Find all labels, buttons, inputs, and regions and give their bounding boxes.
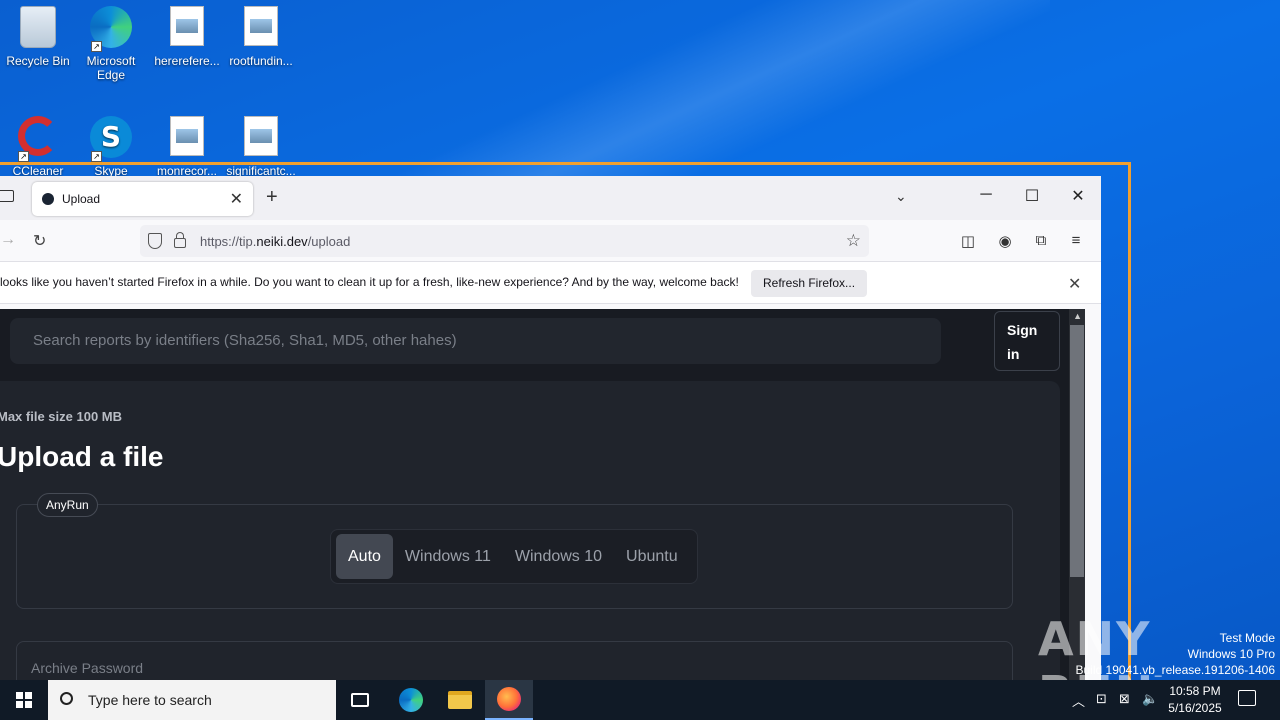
task-view-icon	[351, 693, 369, 707]
taskbar: Type here to search ︿ ⊡ ⊠ 🔈 10:58 PM 5/1…	[0, 680, 1280, 720]
os-option-windows-11[interactable]: Windows 11	[393, 534, 503, 579]
os-option-windows-10[interactable]: Windows 10	[503, 534, 614, 579]
pocket-icon[interactable]: ◫	[958, 232, 978, 250]
volume-icon[interactable]: 🔈	[1142, 691, 1158, 707]
image-file-icon	[244, 116, 278, 156]
sandbox-tag[interactable]: AnyRun	[37, 493, 98, 517]
ccleaner-icon	[18, 116, 58, 156]
lock-icon[interactable]	[174, 232, 186, 248]
image-file-icon	[170, 6, 204, 46]
scroll-up-icon[interactable]: ▲	[1073, 311, 1082, 321]
chevron-down-icon[interactable]: ⌄	[895, 188, 907, 205]
firefox-icon	[497, 687, 521, 711]
max-file-size: Max file size 100 MB	[0, 409, 122, 424]
taskbar-file-explorer[interactable]	[436, 680, 484, 720]
test-mode-info: Test Mode Windows 10 Pro Build 19041.vb_…	[1076, 630, 1276, 678]
minimize-icon[interactable]: ─	[971, 186, 1001, 204]
reload-icon[interactable]: ↻	[33, 231, 46, 251]
edge-icon	[399, 688, 423, 712]
nav-bar: → ↻ https://tip. neiki.dev/upload ☆ ◫ ◉ ⧉…	[0, 220, 1101, 262]
page-title: Upload a file	[0, 441, 164, 472]
build-label: Build 19041.vb_release.191206-1406	[1075, 663, 1276, 677]
os-selector: Auto Windows 11 Windows 10 Ubuntu	[330, 529, 698, 584]
account-icon[interactable]: ◉	[995, 232, 1015, 250]
shortcut-arrow-icon: ↗	[91, 151, 102, 162]
image-file-icon	[170, 116, 204, 156]
notification-text: looks like you haven’t started Firefox i…	[0, 275, 739, 289]
extensions-icon[interactable]: ⧉	[1031, 232, 1051, 249]
image-file-icon	[244, 6, 278, 46]
start-button[interactable]	[0, 680, 48, 720]
url-bar[interactable]: https://tip. neiki.dev/upload ☆	[140, 225, 869, 257]
tab-upload[interactable]: Upload ✕	[32, 182, 253, 216]
test-mode-label: Test Mode	[1219, 631, 1275, 645]
os-option-auto[interactable]: Auto	[336, 534, 393, 579]
taskbar-search-placeholder: Type here to search	[88, 692, 212, 708]
desktop-icon-label: Microsoft Edge	[86, 54, 136, 82]
clock-date: 5/16/2025	[1168, 701, 1222, 715]
desktop-icon-label: Recycle Bin	[6, 54, 70, 68]
folder-icon	[448, 691, 472, 709]
device-icon[interactable]: ⊠	[1119, 691, 1130, 707]
desktop-icon-recycle-bin[interactable]: Recycle Bin	[0, 0, 76, 68]
new-tab-plus-icon[interactable]: +	[266, 186, 278, 209]
close-notification-icon[interactable]: ✕	[1068, 274, 1081, 294]
shortcut-arrow-icon: ↗	[91, 41, 102, 52]
hamburger-menu-icon[interactable]: ≡	[1066, 232, 1086, 249]
taskbar-firefox[interactable]	[485, 680, 533, 720]
tab-bar: Upload ✕ + ⌄ ─ ☐ ✕	[0, 176, 1101, 220]
taskbar-search[interactable]: Type here to search	[48, 680, 336, 720]
url-prefix: https://tip.	[200, 233, 257, 249]
archive-password-field[interactable]	[16, 641, 1013, 680]
task-view-button[interactable]	[336, 680, 384, 720]
close-tab-icon[interactable]: ✕	[230, 189, 243, 209]
archive-password-label: Archive Password	[31, 660, 144, 676]
recycle-bin-icon	[20, 6, 56, 48]
search-icon	[60, 692, 73, 705]
page-content: Search reports by identifiers (Sha256, S…	[0, 309, 1085, 680]
tracking-shield-icon[interactable]	[148, 233, 162, 249]
scrollbar-thumb[interactable]	[1070, 325, 1084, 577]
maximize-icon[interactable]: ☐	[1017, 186, 1047, 206]
network-icon[interactable]: ⊡	[1096, 691, 1107, 707]
forward-arrow-icon[interactable]: →	[0, 231, 16, 249]
url-path: /upload	[307, 233, 351, 249]
close-window-icon[interactable]: ✕	[1063, 186, 1093, 206]
shortcut-arrow-icon: ↗	[18, 151, 29, 162]
desktop-icon-file[interactable]: hererefere...	[149, 0, 225, 68]
os-option-ubuntu[interactable]: Ubuntu	[614, 534, 690, 579]
bookmark-star-icon[interactable]: ☆	[846, 231, 861, 251]
chevron-up-icon[interactable]: ︿	[1072, 691, 1085, 710]
os-name-label: Windows 10 Pro	[1187, 647, 1275, 661]
clock-time: 10:58 PM	[1169, 684, 1221, 698]
notification-center-icon[interactable]	[1238, 690, 1256, 706]
tab-title: Upload	[62, 192, 101, 206]
windows-logo-icon	[16, 692, 32, 708]
refresh-firefox-button[interactable]: Refresh Firefox...	[751, 270, 868, 297]
search-input[interactable]: Search reports by identifiers (Sha256, S…	[10, 318, 941, 364]
desktop-icon-label: rootfundin...	[229, 54, 293, 68]
sign-in-button[interactable]: Sign in	[994, 311, 1060, 371]
desktop-icon-file[interactable]: rootfundin...	[223, 0, 299, 68]
desktop-icon-edge[interactable]: ↗ Microsoft Edge	[73, 0, 149, 82]
url-host: neiki.dev	[256, 233, 308, 249]
taskbar-edge[interactable]	[387, 680, 435, 720]
site-favicon-icon	[42, 193, 54, 205]
refresh-firefox-notification: looks like you haven’t started Firefox i…	[0, 262, 1101, 304]
clock[interactable]: 10:58 PM 5/16/2025	[1160, 683, 1230, 717]
desktop-icon-label: hererefere...	[154, 54, 220, 68]
tab-list-icon[interactable]	[0, 190, 14, 202]
firefox-window: Upload ✕ + ⌄ ─ ☐ ✕ → ↻ https://tip. neiki…	[0, 176, 1101, 680]
